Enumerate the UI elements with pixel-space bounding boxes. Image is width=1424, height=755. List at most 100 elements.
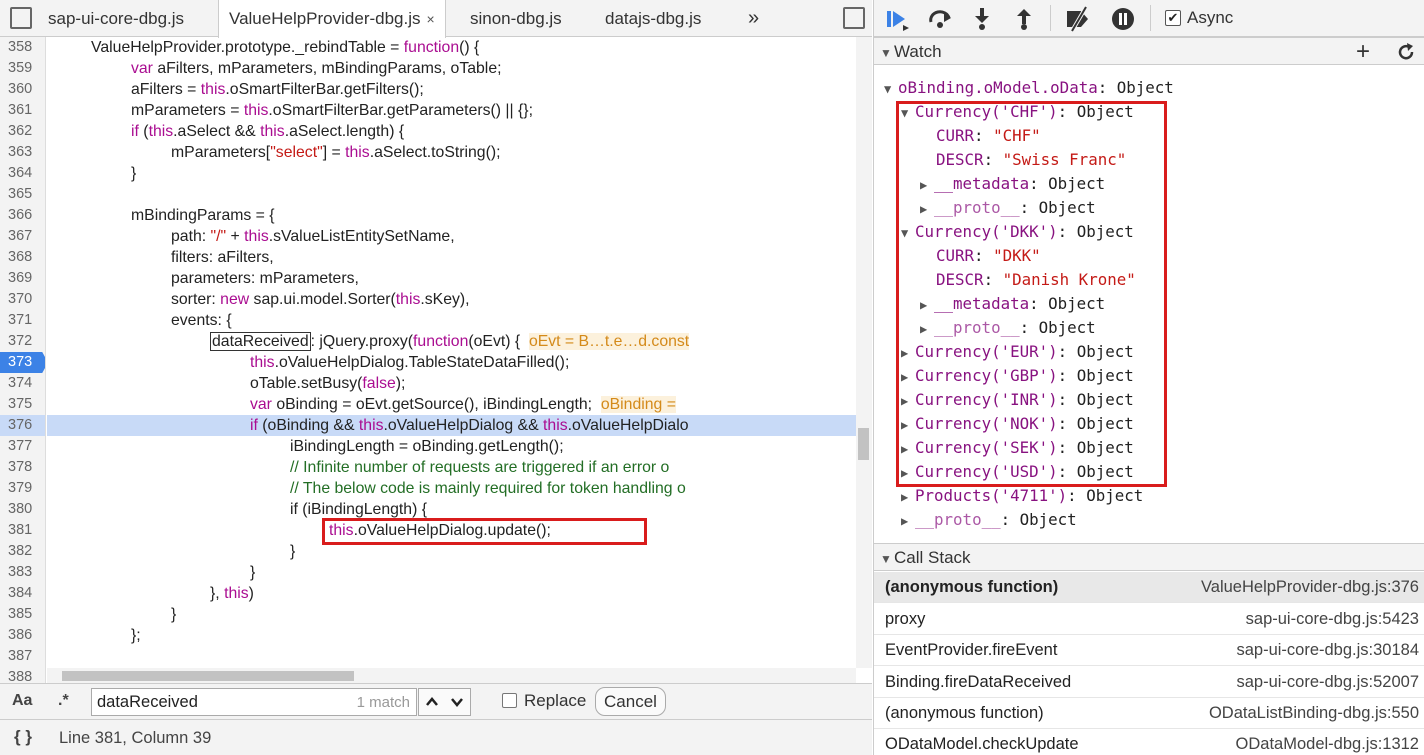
tree-node-proto[interactable]: ▶ __proto__: Object — [901, 508, 1077, 532]
add-watch-button[interactable]: + — [1356, 38, 1370, 66]
line-number[interactable]: 359 — [0, 58, 45, 79]
code-line-358: ValueHelpProvider.prototype._rebindTable… — [91, 37, 479, 58]
line-number[interactable]: 363 — [0, 142, 45, 163]
callstack-frame[interactable]: Binding.fireDataReceived sap-ui-core-dbg.… — [874, 667, 1424, 698]
line-number[interactable]: 374 — [0, 373, 45, 394]
tab-sinon[interactable]: sinon-dbg.js — [470, 0, 562, 37]
regex-button[interactable]: .* — [58, 692, 69, 710]
line-number[interactable]: 368 — [0, 247, 45, 268]
line-number[interactable]: 384 — [0, 583, 45, 604]
tree-node-dkk[interactable]: ▼ Currency('DKK'): Object — [901, 220, 1134, 244]
line-number[interactable]: 388 — [0, 667, 45, 683]
pause-on-exceptions-button[interactable] — [1111, 7, 1135, 36]
code-keyword: this — [345, 144, 370, 161]
horizontal-scroll-thumb[interactable] — [62, 671, 354, 681]
async-checkbox[interactable]: ✔ — [1165, 10, 1181, 26]
vertical-scroll-thumb[interactable] — [858, 428, 869, 460]
tab-datajs[interactable]: datajs-dbg.js — [605, 0, 701, 37]
line-number[interactable]: 380 — [0, 499, 45, 520]
code-editor[interactable]: ValueHelpProvider.prototype._rebindTable… — [47, 37, 856, 668]
line-number[interactable]: 370 — [0, 289, 45, 310]
line-number[interactable]: 386 — [0, 625, 45, 646]
watch-section-header[interactable]: ▼ Watch + — [874, 37, 1424, 65]
line-number[interactable]: 360 — [0, 79, 45, 100]
tree-node-usd[interactable]: ▶ Currency('USD'): Object — [901, 460, 1134, 484]
callstack-frame-selected[interactable]: (anonymous function) ValueHelpProvider-db… — [874, 572, 1424, 603]
callstack-frame[interactable]: (anonymous function) ODataListBinding-dbg… — [874, 698, 1424, 729]
debugger-sidebar: ✔ Async ▼ Watch + ▼ oBinding.oModel.oData:… — [873, 0, 1424, 755]
pretty-print-button[interactable]: { } — [14, 727, 32, 747]
line-number[interactable]: 369 — [0, 268, 45, 289]
close-icon[interactable]: × — [427, 11, 435, 27]
line-number[interactable]: 371 — [0, 310, 45, 331]
callstack-frame[interactable]: proxy sap-ui-core-dbg.js:5423 — [874, 604, 1424, 635]
callstack-frame[interactable]: ODataModel.checkUpdate ODataModel-dbg.js:… — [874, 729, 1424, 755]
line-number[interactable]: 361 — [0, 100, 45, 121]
tree-node-inr[interactable]: ▶ Currency('INR'): Object — [901, 388, 1134, 412]
line-number[interactable]: 378 — [0, 457, 45, 478]
property-key: Currency('INR') — [915, 390, 1058, 409]
tree-node-products[interactable]: ▶ Products('4711'): Object — [901, 484, 1143, 508]
code-line-377: iBindingLength = oBinding.getLength(); — [290, 438, 564, 455]
current-line-number[interactable]: 376 — [0, 415, 45, 436]
tree-node-nok[interactable]: ▶ Currency('NOK'): Object — [901, 412, 1134, 436]
tree-node-metadata[interactable]: ▶ __metadata: Object — [920, 172, 1105, 196]
property-value: : Object — [1057, 390, 1134, 409]
line-number[interactable]: 375 — [0, 394, 45, 415]
code-line-373: this.oValueHelpDialog.TableStateDataFill… — [250, 352, 569, 373]
step-into-button[interactable] — [972, 7, 992, 36]
line-number[interactable]: 366 — [0, 205, 45, 226]
toggle-debugger-icon[interactable] — [843, 7, 865, 29]
line-number[interactable]: 372 — [0, 331, 45, 352]
resume-button[interactable] — [886, 8, 912, 37]
step-over-button[interactable] — [928, 9, 954, 34]
next-match-button[interactable] — [450, 695, 464, 713]
tree-node-gbp[interactable]: ▶ Currency('GBP'): Object — [901, 364, 1134, 388]
tree-node-chf[interactable]: ▼ Currency('CHF'): Object — [901, 100, 1134, 124]
property-key: Currency('EUR') — [915, 342, 1058, 361]
vertical-scrollbar[interactable] — [856, 37, 872, 668]
inline-value: oBinding = — [600, 396, 676, 413]
tree-node-sek[interactable]: ▶ Currency('SEK'): Object — [901, 436, 1134, 460]
search-input[interactable]: dataReceived 1 match — [91, 688, 417, 716]
line-number[interactable]: 381 — [0, 520, 45, 541]
line-number[interactable]: 365 — [0, 184, 45, 205]
deactivate-breakpoints-button[interactable] — [1064, 5, 1094, 37]
replace-checkbox[interactable] — [502, 693, 517, 708]
cancel-button[interactable]: Cancel — [595, 687, 666, 716]
match-count: 1 match — [356, 694, 410, 711]
step-out-button[interactable] — [1014, 7, 1034, 36]
code-keyword: this — [358, 417, 384, 434]
line-number[interactable]: 377 — [0, 436, 45, 457]
callstack-section-header[interactable]: ▼ Call Stack — [874, 543, 1424, 571]
line-number[interactable]: 364 — [0, 163, 45, 184]
line-number[interactable]: 367 — [0, 226, 45, 247]
tree-node-eur[interactable]: ▶ Currency('EUR'): Object — [901, 340, 1134, 364]
line-number[interactable]: 379 — [0, 478, 45, 499]
code-text: ValueHelpProvider.prototype._rebindTable… — [91, 39, 404, 56]
breakpoint-line-number[interactable]: 373 — [0, 352, 45, 373]
more-tabs-icon[interactable]: » — [748, 0, 759, 37]
line-number[interactable]: 358 — [0, 37, 45, 58]
tree-node-proto[interactable]: ▶ __proto__: Object — [920, 316, 1096, 340]
code-text: }, — [210, 585, 225, 602]
tab-sap-ui-core[interactable]: sap-ui-core-dbg.js — [48, 0, 184, 37]
line-number[interactable]: 387 — [0, 646, 45, 667]
line-number[interactable]: 383 — [0, 562, 45, 583]
tree-node-proto[interactable]: ▶ __proto__: Object — [920, 196, 1096, 220]
line-number[interactable]: 362 — [0, 121, 45, 142]
line-number[interactable]: 385 — [0, 604, 45, 625]
line-number-gutter[interactable]: 358 359 360 361 362 363 364 365 366 367 368 369 370 3… — [0, 37, 46, 683]
match-case-button[interactable]: Aa — [12, 692, 32, 710]
callstack-frame[interactable]: EventProvider.fireEvent sap-ui-core-dbg.j… — [874, 635, 1424, 666]
tab-valuehelpprovider[interactable]: ValueHelpProvider-dbg.js × — [218, 0, 446, 38]
code-keyword: var — [131, 60, 153, 77]
previous-match-button[interactable] — [425, 695, 439, 713]
tree-node-metadata[interactable]: ▶ __metadata: Object — [920, 292, 1105, 316]
code-text: .oSmartFilterBar.getFilters(); — [225, 81, 424, 98]
watch-root[interactable]: ▼ oBinding.oModel.oData: Object — [884, 76, 1174, 100]
tab-label: sap-ui-core-dbg.js — [48, 9, 185, 28]
line-number[interactable]: 382 — [0, 541, 45, 562]
toggle-navigator-icon[interactable] — [10, 7, 32, 29]
refresh-watch-button[interactable] — [1396, 42, 1416, 71]
